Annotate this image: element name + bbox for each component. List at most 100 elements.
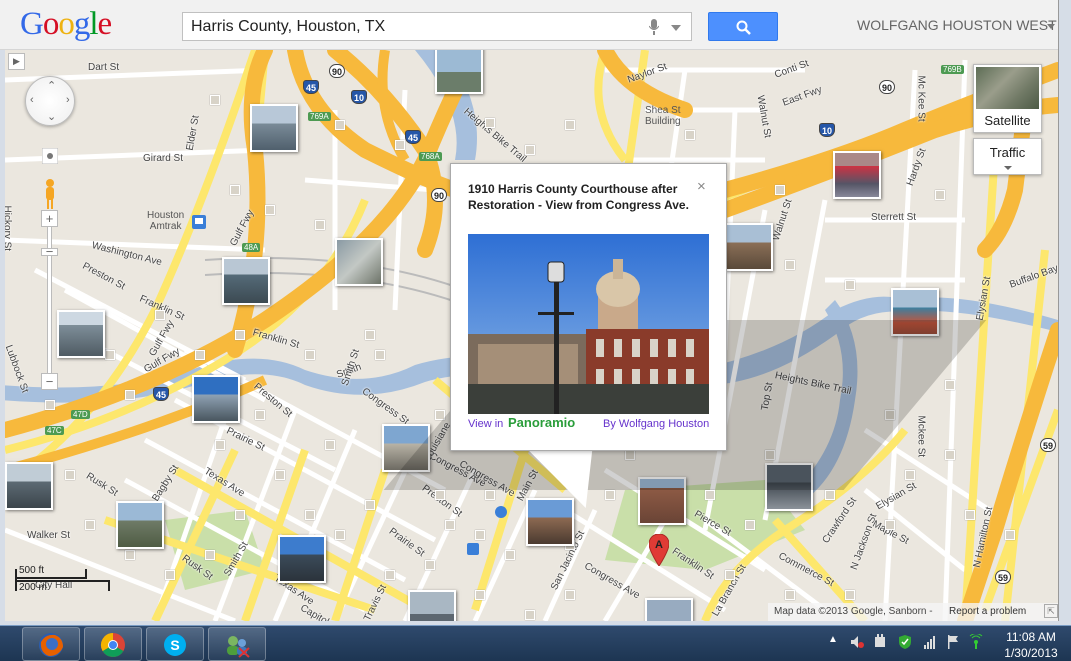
photo-marker[interactable] (385, 570, 395, 580)
photo-marker[interactable] (935, 190, 945, 200)
photo-thumbnail[interactable] (222, 257, 270, 305)
photo-marker[interactable] (905, 470, 915, 480)
photo-marker[interactable] (335, 120, 345, 130)
photo-marker[interactable] (1005, 530, 1015, 540)
photo-marker[interactable] (365, 330, 375, 340)
photo-thumbnail[interactable] (725, 223, 773, 271)
traffic-layer-button[interactable]: Traffic (973, 138, 1042, 175)
transit-icon[interactable] (467, 543, 479, 555)
photo-thumbnail[interactable] (833, 151, 881, 199)
photo-thumbnail[interactable] (116, 501, 164, 549)
photo-marker[interactable] (335, 530, 345, 540)
photo-marker[interactable] (85, 520, 95, 530)
photo-marker[interactable] (505, 550, 515, 560)
show-hidden-icons[interactable]: ▲ (828, 634, 842, 650)
photo-marker[interactable] (785, 260, 795, 270)
highway-shield-icon[interactable]: 90 (329, 64, 346, 78)
highway-shield-icon[interactable]: 45 (303, 80, 320, 94)
photo-marker[interactable] (165, 570, 175, 580)
search-input-value[interactable]: Harris County, Houston, TX (191, 18, 385, 36)
photo-marker[interactable] (45, 400, 55, 410)
photo-marker[interactable] (685, 130, 695, 140)
photo-marker[interactable] (845, 590, 855, 600)
houston-amtrak-label[interactable]: Houston Amtrak (147, 210, 184, 232)
zoom-in-button[interactable]: + (41, 210, 58, 227)
photo-marker[interactable] (315, 220, 325, 230)
account-dropdown-icon[interactable] (1047, 24, 1055, 29)
taskbar-network-users[interactable] (208, 627, 266, 661)
photo-marker[interactable] (235, 510, 245, 520)
photo-marker[interactable] (485, 118, 495, 128)
photo-marker[interactable] (845, 280, 855, 290)
zoom-out-button[interactable]: − (41, 373, 58, 390)
photo-thumbnail[interactable] (335, 238, 383, 286)
infowindow-photo[interactable] (468, 234, 709, 414)
pegman-icon[interactable] (42, 178, 58, 210)
photo-marker[interactable] (885, 520, 895, 530)
close-icon[interactable]: × (697, 178, 706, 195)
signal-bars-icon[interactable] (923, 634, 937, 650)
power-icon[interactable] (873, 634, 887, 650)
photo-marker[interactable] (325, 440, 335, 450)
pan-control[interactable]: ⌃ ⌄ ‹ › (25, 76, 75, 126)
search-input[interactable]: Harris County, Houston, TX (182, 12, 692, 41)
view-in-label[interactable]: View in (468, 418, 503, 430)
photo-marker[interactable] (65, 470, 75, 480)
photo-marker[interactable] (475, 590, 485, 600)
highway-shield-icon[interactable]: 59 (995, 570, 1012, 584)
report-problem-link[interactable]: Report a problem (949, 606, 1026, 617)
photo-marker[interactable] (365, 500, 375, 510)
highway-shield-icon[interactable]: 45 (153, 387, 170, 401)
photo-marker[interactable] (395, 140, 405, 150)
map-canvas[interactable]: Houston Amtrak Shea St Building Dart St G… (5, 50, 1058, 621)
train-station-icon[interactable] (192, 215, 206, 229)
photo-thumbnail[interactable] (408, 590, 456, 621)
photo-marker[interactable] (230, 185, 240, 195)
photo-marker[interactable] (565, 120, 575, 130)
photo-marker[interactable] (565, 590, 575, 600)
zoom-slider[interactable]: + − − (41, 210, 59, 390)
photo-thumbnail[interactable] (192, 375, 240, 423)
photo-marker[interactable] (425, 560, 435, 570)
photo-marker[interactable] (945, 380, 955, 390)
photo-marker[interactable] (525, 145, 535, 155)
photo-marker[interactable] (525, 610, 535, 620)
microphone-icon[interactable] (649, 19, 659, 35)
photo-marker[interactable] (235, 330, 245, 340)
location-marker-a[interactable]: A (649, 534, 669, 566)
satellite-view-button[interactable]: Satellite (973, 64, 1042, 133)
highway-shield-icon[interactable]: 10 (819, 123, 836, 137)
photo-marker[interactable] (205, 550, 215, 560)
photo-marker[interactable] (375, 350, 385, 360)
photo-marker[interactable] (155, 310, 165, 320)
street-view-dot-icon[interactable] (42, 148, 58, 164)
photo-marker[interactable] (825, 490, 835, 500)
photo-marker[interactable] (475, 530, 485, 540)
pan-up-icon[interactable]: ⌃ (47, 79, 56, 92)
taskbar-chrome[interactable] (84, 627, 142, 661)
shea-street-building-label[interactable]: Shea St Building (645, 105, 681, 127)
photo-marker[interactable] (255, 410, 265, 420)
photo-marker[interactable] (275, 470, 285, 480)
clock-date[interactable]: 1/30/2013 (996, 646, 1066, 660)
highway-shield-icon[interactable]: 10 (351, 90, 368, 104)
highway-shield-icon[interactable]: 90 (879, 80, 896, 94)
volume-muted-icon[interactable] (850, 634, 864, 650)
photo-marker[interactable] (125, 550, 135, 560)
zoom-handle[interactable]: − (41, 245, 58, 258)
photo-marker[interactable] (305, 350, 315, 360)
highway-shield-icon[interactable]: 45 (405, 130, 422, 144)
photo-thumbnail[interactable] (645, 598, 693, 621)
photo-marker[interactable] (705, 490, 715, 500)
collapse-panel-button[interactable]: ▶ (8, 53, 25, 70)
photo-marker[interactable] (745, 520, 755, 530)
photo-thumbnail[interactable] (278, 535, 326, 583)
highway-shield-icon[interactable]: 90 (431, 188, 448, 202)
clock-time[interactable]: 11:08 AM (996, 630, 1066, 644)
account-name[interactable]: WOLFGANG HOUSTON WEST (857, 17, 1057, 33)
photo-marker[interactable] (485, 490, 495, 500)
photo-marker[interactable] (210, 95, 220, 105)
action-center-flag-icon[interactable] (946, 634, 960, 650)
search-options-dropdown-icon[interactable] (671, 25, 681, 31)
author-link[interactable]: By Wolfgang Houston (603, 418, 709, 430)
